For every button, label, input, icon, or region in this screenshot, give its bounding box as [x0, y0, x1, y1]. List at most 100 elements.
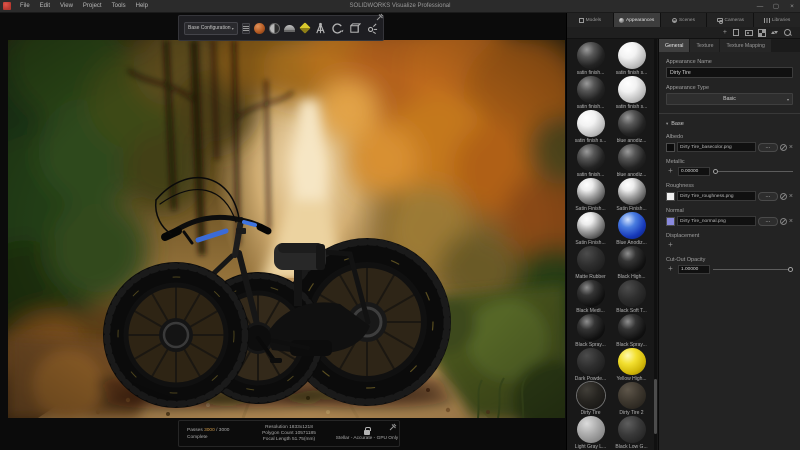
pin-icon[interactable] [376, 13, 384, 21]
menu-view[interactable]: View [55, 3, 78, 9]
models-button[interactable] [299, 21, 310, 36]
appearance-swatch[interactable]: satin finish... [570, 144, 611, 178]
viewport-3d[interactable]: Base Configuration ▾ [0, 13, 566, 450]
appearance-sphere-icon [577, 42, 605, 69]
add-appearance-button[interactable]: + [723, 29, 727, 36]
appearance-sphere-icon [618, 110, 646, 137]
albedo-browse-button[interactable]: ... [758, 143, 778, 152]
appearance-swatch[interactable]: Satin Finish... [570, 212, 611, 246]
normal-browse-button[interactable]: ... [758, 217, 778, 226]
appearance-swatch[interactable]: Satin Finish... [570, 178, 611, 212]
appearance-swatch[interactable]: Black Spray... [611, 314, 652, 348]
restore-button[interactable]: ▢ [768, 0, 784, 13]
roughness-browse-button[interactable]: ... [758, 192, 778, 201]
appearance-swatch[interactable]: Dirty Tire 2 [611, 382, 652, 416]
render-button[interactable] [348, 21, 361, 36]
menu-edit[interactable]: Edit [35, 3, 55, 9]
split-view-button[interactable] [269, 21, 280, 36]
cameras-button[interactable] [314, 21, 327, 36]
appearance-swatch[interactable]: Black Low G... [611, 416, 652, 450]
appearance-type-dropdown[interactable]: Basic ▾ [666, 93, 793, 105]
menu-help[interactable]: Help [131, 3, 153, 9]
environments-button[interactable] [284, 21, 295, 36]
appearance-swatch[interactable]: Black Soft T... [611, 280, 652, 314]
menu-project[interactable]: Project [78, 3, 107, 9]
scrollbar-thumb[interactable] [654, 379, 657, 434]
pin-icon[interactable] [389, 423, 397, 431]
output-tools-button[interactable] [365, 21, 378, 36]
tab-texture[interactable]: Texture [690, 39, 719, 52]
menu-tools[interactable]: Tools [107, 3, 131, 9]
appearance-swatch[interactable]: satin finish s... [570, 110, 611, 144]
tab-cameras[interactable]: Cameras [707, 13, 753, 27]
disable-texture-icon[interactable] [780, 218, 787, 225]
close-button[interactable]: × [784, 0, 800, 13]
menu-file[interactable]: File [15, 3, 35, 9]
appearance-swatch[interactable]: Light Gray L... [570, 416, 611, 450]
roughness-swatch[interactable] [666, 192, 675, 201]
appearance-swatch[interactable]: satin finish s... [611, 42, 652, 76]
palette-scrollbar[interactable] [654, 39, 657, 450]
remove-texture-icon[interactable]: × [789, 218, 793, 225]
metallic-slider[interactable] [713, 167, 793, 176]
passes-total: 3000 [219, 428, 230, 433]
slider-knob[interactable] [788, 267, 793, 272]
slider-knob[interactable] [713, 169, 718, 174]
appearance-swatch[interactable]: Black Medi... [570, 280, 611, 314]
tab-texture-mapping[interactable]: Texture Mapping [720, 39, 770, 52]
configuration-value: Base Configuration [188, 25, 231, 31]
metallic-value-input[interactable]: 0.00000 [678, 167, 710, 176]
albedo-texture-field[interactable]: Dirty Tire_basecolor.png [677, 142, 756, 152]
tab-scenes[interactable]: Scenes [661, 13, 707, 27]
appearances-tool-button[interactable] [254, 21, 265, 36]
appearance-swatch[interactable]: Black Spray... [570, 314, 611, 348]
roughness-label: Roughness [666, 183, 793, 189]
appearance-swatch[interactable]: Dark Powde... [570, 348, 611, 382]
albedo-swatch[interactable] [666, 143, 675, 152]
appearance-swatch-label: Light Gray L... [575, 444, 606, 450]
appearance-swatch[interactable]: Matte Rubber [570, 246, 611, 280]
disable-texture-icon[interactable] [780, 144, 787, 151]
appearance-swatch[interactable]: Yellow High... [611, 348, 652, 382]
configuration-list-button[interactable] [242, 23, 250, 34]
appearance-swatch[interactable]: satin finish... [570, 76, 611, 110]
appearance-sphere-icon [577, 178, 605, 205]
appearance-type-label: Appearance Type [666, 85, 793, 91]
minimize-button[interactable]: — [752, 0, 768, 13]
import-image-icon[interactable] [745, 30, 753, 36]
normal-swatch[interactable] [666, 217, 675, 226]
render-canvas[interactable] [8, 40, 565, 418]
cutout-slider[interactable] [713, 265, 793, 274]
sort-icon[interactable] [771, 29, 778, 36]
appearance-swatch[interactable]: blue anodiz... [611, 110, 652, 144]
search-icon[interactable] [784, 29, 792, 37]
appearance-name-input[interactable]: Dirty Tire [666, 67, 793, 78]
disable-texture-icon[interactable] [780, 193, 787, 200]
remove-texture-icon[interactable]: × [789, 144, 793, 151]
appearance-swatch[interactable]: Dirty Tire [570, 382, 611, 416]
camera-tripod-icon [314, 22, 327, 35]
tab-appearances[interactable]: Appearances [614, 13, 660, 27]
appearance-swatch[interactable]: satin finish... [570, 42, 611, 76]
texture-drop-icon[interactable]: + [666, 241, 675, 250]
normal-texture-field[interactable]: Dirty Tire_normal.png [677, 216, 756, 226]
appearance-swatch[interactable]: Black High... [611, 246, 652, 280]
tab-general[interactable]: General [659, 39, 689, 52]
new-document-icon[interactable] [733, 29, 739, 36]
cutout-value-input[interactable]: 1.00000 [678, 265, 710, 274]
focal-length-readout: Focal Length 51.75(mm) [243, 437, 335, 442]
appearance-swatch[interactable]: blue anodiz... [611, 144, 652, 178]
base-section-header[interactable]: ▾ Base [666, 121, 793, 127]
appearance-swatch[interactable]: Satin Finish... [611, 178, 652, 212]
grid-view-icon[interactable] [759, 30, 765, 36]
tab-models[interactable]: Models [567, 13, 613, 27]
appearance-swatch[interactable]: Blue Anodiz... [611, 212, 652, 246]
tab-libraries[interactable]: Libraries [754, 13, 800, 27]
appearance-swatch[interactable]: satin finish s... [611, 76, 652, 110]
texture-drop-icon[interactable]: + [666, 265, 675, 274]
texture-drop-icon[interactable]: + [666, 167, 675, 176]
remove-texture-icon[interactable]: × [789, 193, 793, 200]
roughness-texture-field[interactable]: Dirty Tire_roughness.png [677, 191, 756, 201]
turntable-button[interactable] [331, 21, 344, 36]
configuration-dropdown[interactable]: Base Configuration ▾ [184, 22, 238, 35]
